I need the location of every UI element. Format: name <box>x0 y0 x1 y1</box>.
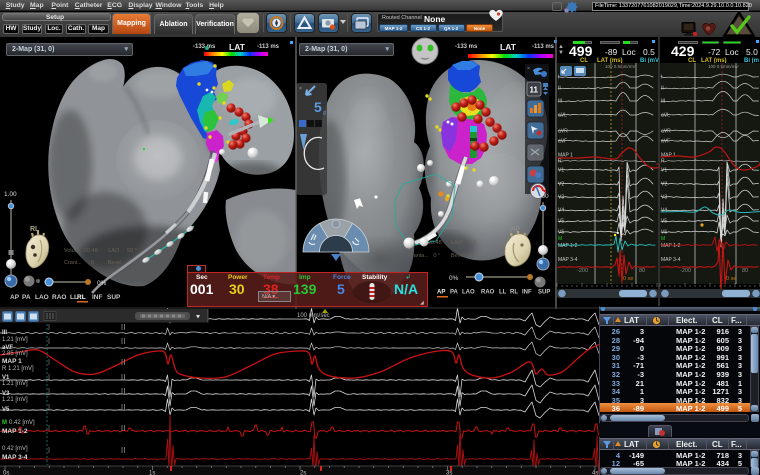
svg-text:80: 80 <box>639 268 645 274</box>
svg-text:Volu... 20.48 LAO: Volu... 20.48 LAO 50 ° <box>64 248 137 254</box>
svg-text:III: III <box>2 330 7 336</box>
svg-text:100 mm/sec: 100 mm/sec <box>297 313 330 319</box>
svg-text:5: 5 <box>314 99 322 115</box>
svg-text:1.00: 1.00 <box>4 191 17 198</box>
svg-text:INF: INF <box>522 290 532 296</box>
svg-text:R 1.21 [mV]: R 1.21 [mV] <box>2 366 34 372</box>
svg-text:I: I <box>661 75 662 81</box>
svg-text:0%: 0% <box>97 280 107 287</box>
svg-text:0.42 [mV]: 0.42 [mV] <box>2 446 28 452</box>
svg-text:AP: AP <box>10 294 20 301</box>
svg-text:SUP: SUP <box>538 290 550 296</box>
svg-text:I: I <box>558 75 559 81</box>
svg-text:V3: V3 <box>661 195 667 201</box>
svg-text:4s: 4s <box>592 471 598 475</box>
svg-text:RL: RL <box>77 294 86 301</box>
svg-text:2.85 [mV]: 2.85 [mV] <box>2 351 28 357</box>
svg-text:1.21 [mV]: 1.21 [mV] <box>2 397 28 403</box>
svg-text:100 0.5mm/mV: 100 0.5mm/mV <box>605 64 636 69</box>
svg-text:R: R <box>661 159 665 165</box>
svg-text:11: 11 <box>530 86 539 95</box>
svg-text:-200: -200 <box>577 268 588 274</box>
svg-text:LAO: LAO <box>462 290 475 296</box>
svg-text:RAO: RAO <box>481 290 495 296</box>
svg-text:MAP 3-4: MAP 3-4 <box>2 454 28 461</box>
svg-text:RL: RL <box>510 290 518 296</box>
svg-text:LAO: LAO <box>35 294 49 301</box>
svg-text:×: × <box>527 66 530 72</box>
svg-text:RAO: RAO <box>52 294 66 301</box>
svg-text:V2: V2 <box>558 182 564 188</box>
svg-text:aVF: aVF <box>558 139 567 145</box>
svg-text:100 0.5mm/mV: 100 0.5mm/mV <box>708 64 739 69</box>
svg-text:80: 80 <box>742 268 748 274</box>
svg-text:M: M <box>558 236 562 242</box>
svg-text:INF: INF <box>92 294 103 301</box>
svg-text:V5: V5 <box>2 407 10 413</box>
svg-text:V1: V1 <box>661 168 667 174</box>
svg-text:0.42 [mV]: 0.42 [mV] <box>9 420 35 426</box>
svg-text:aVF: aVF <box>661 139 670 145</box>
svg-text:PA: PA <box>450 290 459 296</box>
svg-text:AP: AP <box>437 290 445 296</box>
svg-text:MAP 1-2: MAP 1-2 <box>661 243 681 249</box>
svg-text:0 se: 0 se <box>623 276 633 282</box>
svg-text:1.21 [mV]: 1.21 [mV] <box>2 337 28 343</box>
svg-text:M: M <box>2 420 7 426</box>
svg-text:×: × <box>299 86 302 92</box>
svg-text:1.21 [mV]: 1.21 [mV] <box>2 381 28 387</box>
svg-text:MAP 1-2: MAP 1-2 <box>2 428 28 435</box>
svg-text:0 se: 0 se <box>726 276 736 282</box>
svg-text:g: g <box>323 110 326 116</box>
svg-text:SUP: SUP <box>107 294 121 301</box>
svg-text:MAP 3-4: MAP 3-4 <box>661 257 681 263</box>
svg-text:aVL: aVL <box>661 113 670 119</box>
svg-text:0s: 0s <box>3 471 9 475</box>
svg-text:MAP 3-4: MAP 3-4 <box>558 257 578 263</box>
svg-text:-200: -200 <box>680 268 691 274</box>
svg-text:0%: 0% <box>449 275 459 282</box>
svg-text:2s: 2s <box>300 471 306 475</box>
svg-text:aVR: aVR <box>661 129 671 135</box>
svg-text:V2: V2 <box>661 182 667 188</box>
svg-text:MAP 1-2: MAP 1-2 <box>558 243 578 249</box>
svg-text:M: M <box>661 236 665 242</box>
svg-text:aVL: aVL <box>558 113 567 119</box>
svg-text:LL: LL <box>499 290 507 296</box>
svg-text:aVR: aVR <box>558 129 568 135</box>
svg-text:1s: 1s <box>149 471 155 475</box>
svg-text:Crania... 0 ° Bevel: Crania... 0 ° Bevel 0 ° <box>408 253 478 259</box>
svg-text:V1: V1 <box>558 168 564 174</box>
svg-text:3s: 3s <box>446 471 452 475</box>
svg-text:MAP 1: MAP 1 <box>2 358 22 365</box>
svg-text:PA: PA <box>22 294 31 301</box>
